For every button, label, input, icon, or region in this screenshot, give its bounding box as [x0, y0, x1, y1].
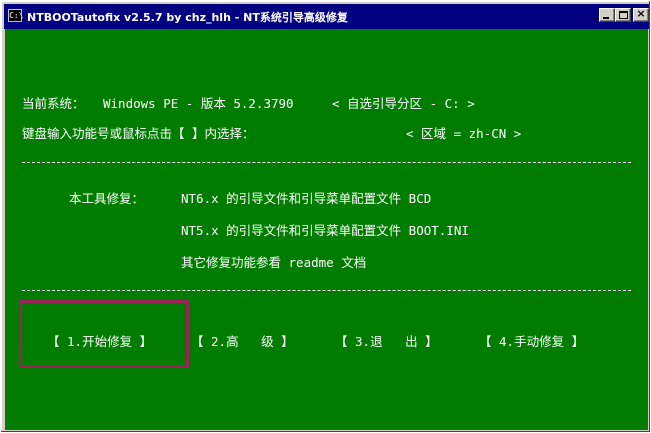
- maximize-button[interactable]: [615, 8, 631, 22]
- maximize-icon: [619, 11, 628, 19]
- exit-button[interactable]: 【 3.退 出 】: [335, 331, 438, 350]
- close-button[interactable]: ×: [633, 8, 649, 22]
- current-system-value: Windows PE - 版本 5.2.3790: [103, 96, 294, 111]
- close-icon: ×: [636, 7, 646, 20]
- repair-line-readme: 其它修复功能参看 readme 文档: [181, 255, 367, 270]
- divider-bottom: [22, 290, 631, 291]
- console-area: 当前系统： Windows PE - 版本 5.2.3790 < 自选引导分区 …: [5, 29, 648, 430]
- repair-line-nt6: NT6.x 的引导文件和引导菜单配置文件 BCD: [181, 191, 432, 206]
- minimize-button[interactable]: [599, 8, 615, 22]
- region-selector[interactable]: < 区域 = zh-CN >: [406, 123, 521, 142]
- minimize-icon: [603, 17, 609, 19]
- repair-line-nt5: NT5.x 的引导文件和引导菜单配置文件 BOOT.INI: [181, 223, 469, 238]
- current-system-label: 当前系统：: [22, 96, 85, 111]
- console-icon[interactable]: C:\: [8, 9, 23, 22]
- title-bar[interactable]: C:\ NTBOOTautofix v2.5.7 by chz_hlh - NT…: [4, 4, 649, 29]
- divider-top: [22, 162, 631, 163]
- partition-selector[interactable]: < 自选引导分区 - C: >: [332, 93, 475, 112]
- app-window: C:\ NTBOOTautofix v2.5.7 by chz_hlh - NT…: [0, 0, 651, 433]
- manual-repair-button[interactable]: 【 4.手动修复 】: [479, 331, 584, 350]
- repair-heading: 本工具修复：: [69, 191, 145, 206]
- advanced-button[interactable]: 【 2.高 级 】: [191, 331, 294, 350]
- input-prompt: 键盘输入功能号或鼠标点击【 】内选择：: [22, 126, 255, 141]
- window-title: NTBOOTautofix v2.5.7 by chz_hlh - NT系统引导…: [27, 11, 348, 24]
- start-repair-button[interactable]: 【 1.开始修复 】: [47, 331, 152, 350]
